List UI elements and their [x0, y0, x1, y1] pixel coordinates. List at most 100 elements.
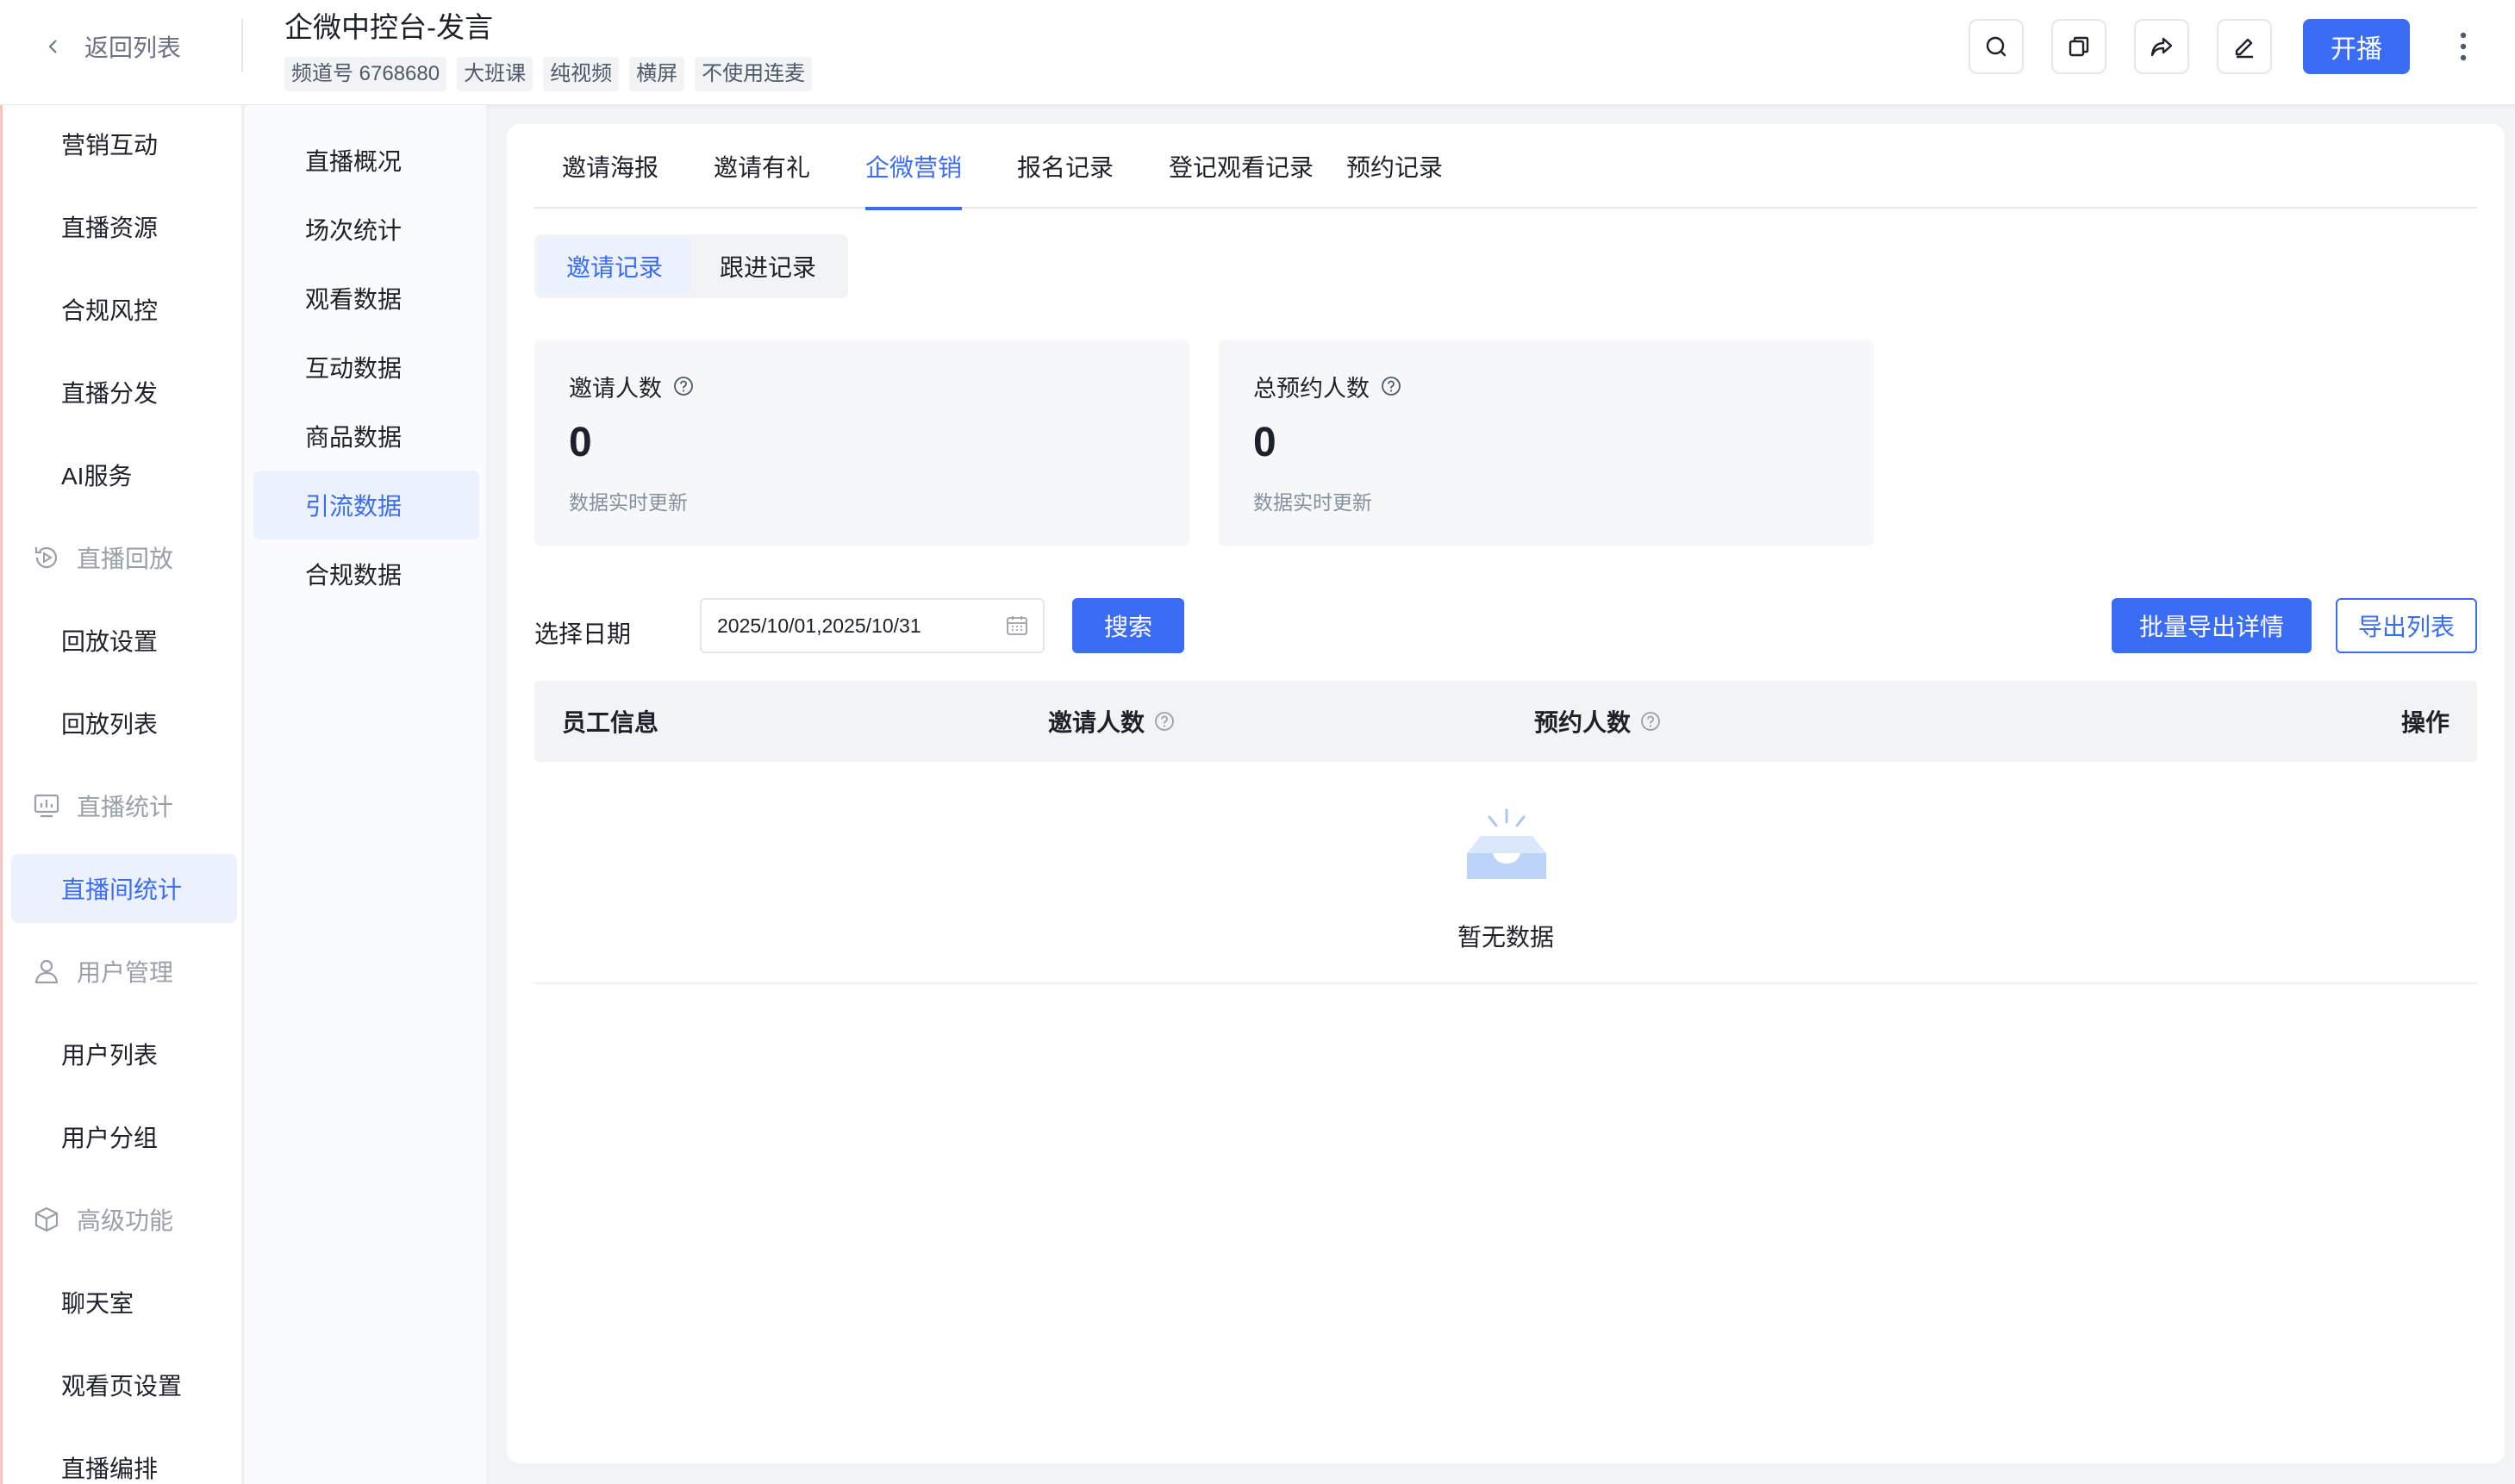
sidebar-item-label: 直播分发	[61, 380, 159, 407]
tab-registration-records[interactable]: 报名记录	[1017, 124, 1114, 209]
sidebar-item-ai-service[interactable]: AI服务	[11, 440, 237, 509]
subnav-item-label: 合规数据	[305, 562, 403, 589]
sidebar-item-user-list[interactable]: 用户列表	[11, 1019, 237, 1088]
more-button[interactable]	[2446, 19, 2481, 74]
active-tab-indicator	[865, 207, 963, 210]
batch-export-details-button[interactable]: 批量导出详情	[2112, 598, 2312, 653]
table-header: 员工信息 邀请人数 预约人数 操作	[534, 681, 2477, 762]
column-header-employee: 员工信息	[562, 681, 658, 762]
column-header-actions: 操作	[2401, 681, 2449, 762]
invite-records-table: 员工信息 邀请人数 预约人数 操作 暂无数据	[534, 681, 2477, 984]
tab-label: 登记观看记录	[1169, 154, 1314, 181]
segment-followup-records[interactable]: 跟进记录	[691, 238, 845, 295]
help-icon[interactable]	[672, 375, 695, 397]
sidebar-item-marketing[interactable]: 营销互动	[11, 109, 237, 178]
export-list-button[interactable]: 导出列表	[2336, 598, 2477, 653]
stat-note: 数据实时更新	[569, 491, 688, 514]
sidebar-group-label: 直播回放	[77, 546, 174, 572]
date-filter-label: 选择日期	[534, 620, 632, 647]
subnav-item-label: 直播概况	[305, 148, 403, 175]
calendar-icon	[1007, 616, 1027, 635]
back-to-list-link[interactable]: 返回列表	[45, 28, 181, 65]
subnav-item-label: 场次统计	[305, 217, 403, 244]
table-empty-state: 暂无数据	[534, 762, 2477, 984]
search-submit-button[interactable]: 搜索	[1072, 598, 1184, 653]
copy-icon	[2069, 36, 2089, 57]
sidebar-item-room-statistics[interactable]: 直播间统计	[11, 854, 237, 923]
subnav-item-product-data[interactable]: 商品数据	[253, 402, 479, 471]
sidebar-item-replay-settings[interactable]: 回放设置	[11, 606, 237, 675]
sidebar-group-label: 直播统计	[77, 794, 174, 820]
tab-bar: 邀请海报 邀请有礼 企微营销 报名记录 登记观看记录 预约记录	[534, 124, 2477, 210]
media-tag: 纯视频	[543, 57, 620, 91]
tab-label: 预约记录	[1346, 154, 1444, 181]
help-icon[interactable]	[1153, 710, 1176, 733]
sidebar-item-label: 合规风控	[61, 297, 159, 324]
search-button[interactable]	[1969, 19, 2024, 74]
subnav-item-overview[interactable]: 直播概况	[253, 126, 479, 195]
sidebar-item-label: 营销互动	[61, 132, 159, 159]
subnav-item-label: 互动数据	[305, 355, 403, 382]
column-header-label: 预约人数	[1534, 709, 1632, 736]
start-live-button[interactable]: 开播	[2303, 19, 2410, 74]
stat-label-row: 邀请人数	[569, 371, 1155, 402]
subnav-item-traffic-data[interactable]: 引流数据	[253, 471, 479, 539]
statistics-icon	[32, 789, 65, 822]
sidebar-item-label: AI服务	[61, 463, 133, 489]
tab-invite-poster[interactable]: 邀请海报	[562, 124, 658, 209]
sidebar-item-label: 用户列表	[61, 1042, 159, 1069]
segment-invite-records[interactable]: 邀请记录	[538, 238, 691, 295]
sidebar-item-label: 观看页设置	[61, 1373, 183, 1400]
header-actions: 开播	[1969, 19, 2515, 74]
help-icon[interactable]	[1380, 375, 1402, 397]
sidebar-item-label: 用户分组	[61, 1125, 159, 1151]
column-header-label: 操作	[2400, 709, 2449, 736]
stat-card-reservations: 总预约人数 0 数据实时更新	[1219, 340, 1874, 546]
sidebar-group-replay[interactable]: 直播回放	[11, 523, 237, 592]
help-icon[interactable]	[1639, 710, 1662, 733]
subnav-item-label: 商品数据	[305, 424, 403, 451]
subnav-item-viewing-data[interactable]: 观看数据	[253, 264, 479, 333]
sidebar-item-live-scheduling[interactable]: 直播编排	[11, 1433, 237, 1484]
stat-label-row: 总预约人数	[1253, 371, 1839, 402]
share-button[interactable]	[2134, 19, 2189, 74]
sidebar-item-label: 直播编排	[61, 1456, 159, 1482]
sidebar-group-statistics[interactable]: 直播统计	[11, 771, 237, 840]
sidebar-item-label: 聊天室	[61, 1290, 134, 1317]
stat-label: 总预约人数	[1253, 375, 1370, 402]
date-range-value: 2025/10/01,2025/10/31	[717, 614, 921, 637]
subnav-item-session-stats[interactable]: 场次统计	[253, 195, 479, 264]
stat-label: 邀请人数	[569, 375, 662, 402]
app-root: 返回列表 企微中控台-发言 频道号 6768680 大班课 纯视频 横屏 不使用…	[0, 0, 2515, 1484]
sidebar-group-advanced[interactable]: 高级功能	[11, 1185, 237, 1254]
cube-icon	[32, 1203, 65, 1236]
back-label: 返回列表	[84, 34, 182, 61]
more-vertical-icon	[2460, 32, 2467, 61]
sidebar-item-chatroom[interactable]: 聊天室	[11, 1268, 237, 1337]
sidebar-item-resources[interactable]: 直播资源	[11, 192, 237, 261]
column-header-reservations: 预约人数	[1534, 681, 1662, 762]
tab-invite-rewards[interactable]: 邀请有礼	[714, 124, 810, 209]
subnav-item-interaction-data[interactable]: 互动数据	[253, 333, 479, 402]
replay-icon	[32, 541, 65, 574]
user-icon	[32, 955, 65, 988]
sidebar-group-users[interactable]: 用户管理	[11, 937, 237, 1006]
date-range-picker[interactable]: 2025/10/01,2025/10/31	[700, 598, 1045, 653]
subnav-item-compliance-data[interactable]: 合规数据	[253, 539, 479, 608]
sidebar-group-label: 高级功能	[77, 1207, 174, 1234]
record-type-switch: 邀请记录 跟进记录	[534, 234, 848, 298]
channel-tags: 频道号 6768680 大班课 纯视频 横屏 不使用连麦	[284, 57, 813, 91]
sidebar-item-distribution[interactable]: 直播分发	[11, 358, 237, 427]
tab-register-watch-records[interactable]: 登记观看记录	[1169, 124, 1314, 209]
sidebar-item-user-groups[interactable]: 用户分组	[11, 1102, 237, 1171]
copy-button[interactable]	[2051, 19, 2106, 74]
tab-reservation-records[interactable]: 预约记录	[1346, 124, 1443, 209]
sidebar-item-compliance[interactable]: 合规风控	[11, 275, 237, 344]
tab-label: 邀请海报	[562, 154, 659, 181]
sidebar-item-replay-list[interactable]: 回放列表	[11, 689, 237, 758]
sidebar-item-watch-page-settings[interactable]: 观看页设置	[11, 1350, 237, 1419]
tab-label: 企微营销	[865, 154, 963, 181]
edit-button[interactable]	[2217, 19, 2272, 74]
column-header-label: 员工信息	[562, 709, 659, 736]
tab-wecom-marketing[interactable]: 企微营销	[865, 124, 963, 210]
